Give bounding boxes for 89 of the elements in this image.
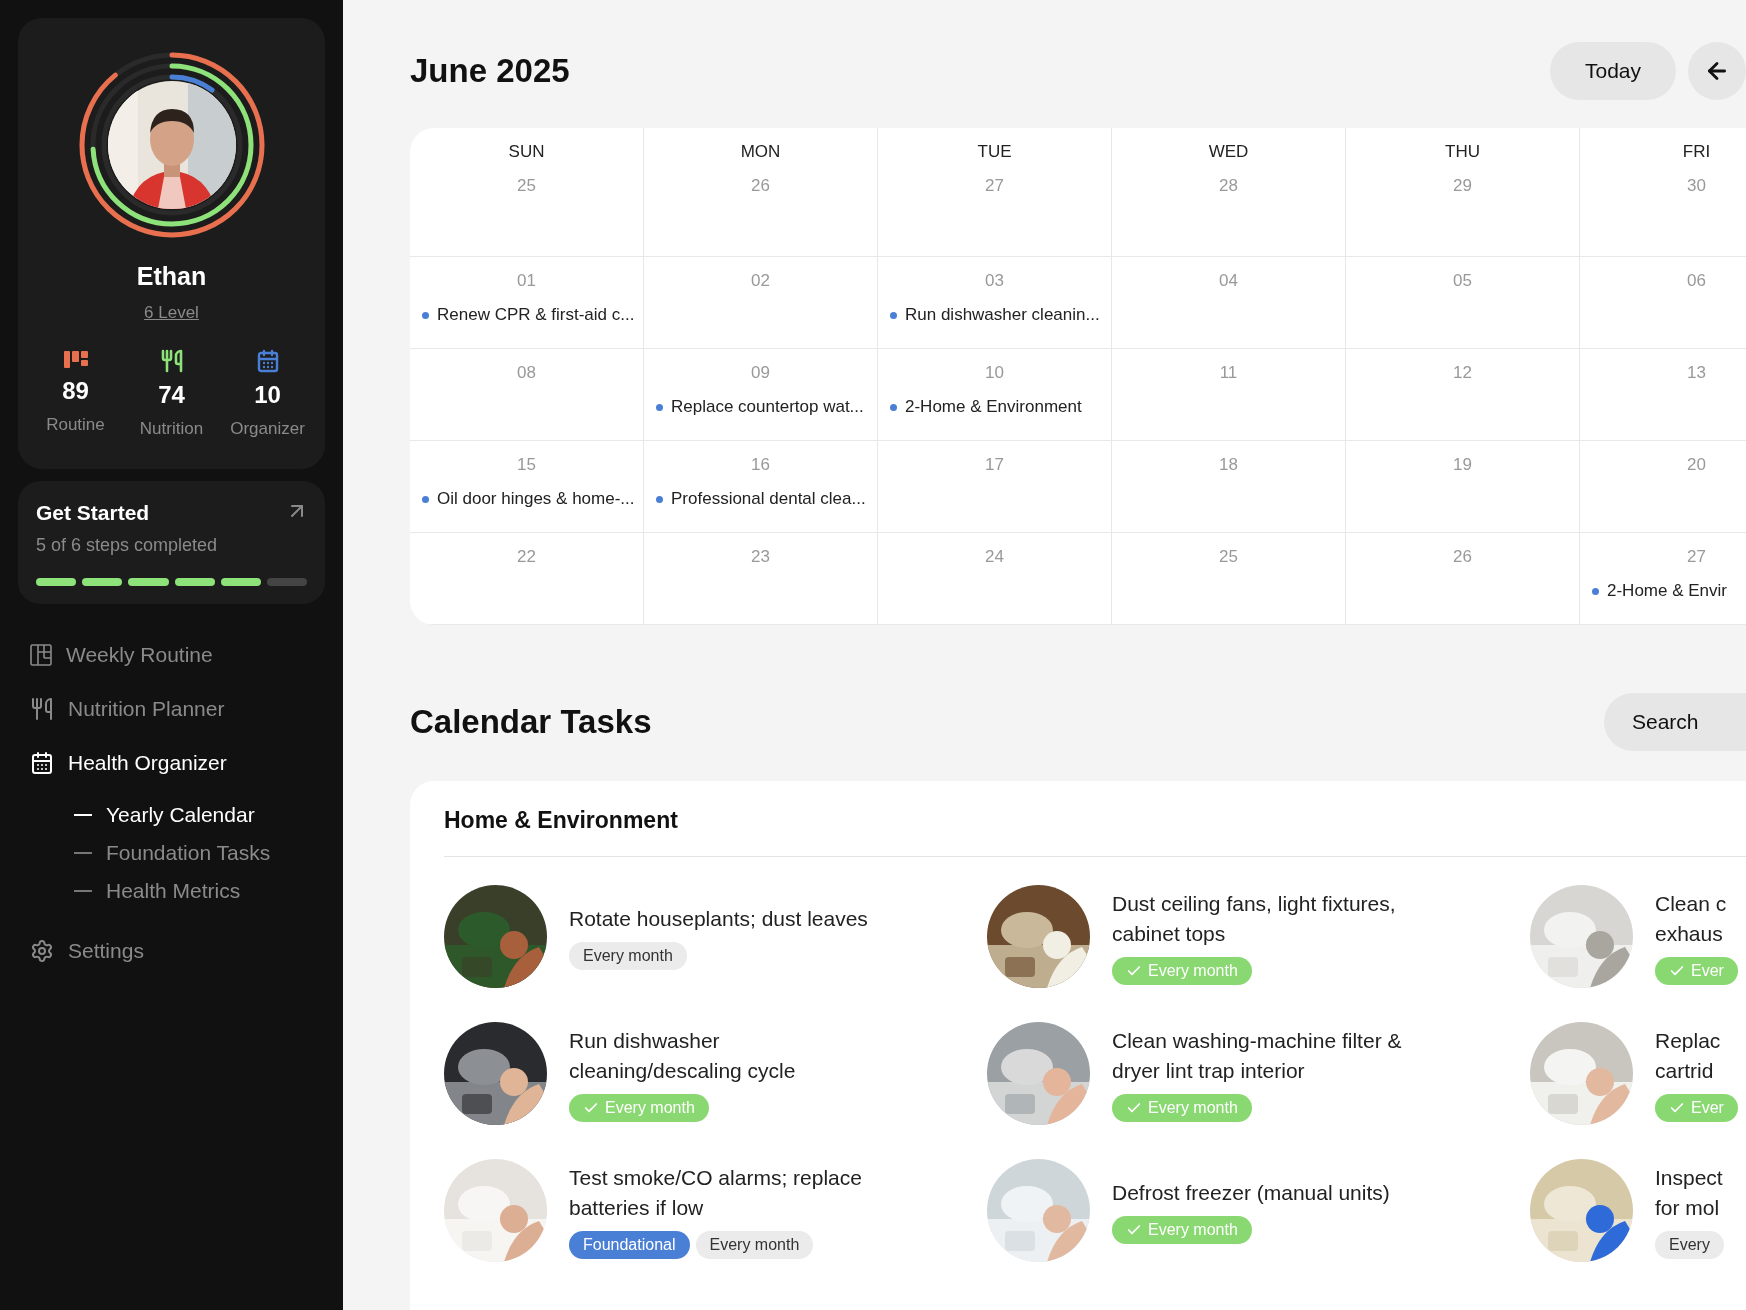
- date-number: 18: [1219, 455, 1238, 475]
- date-number: 28: [1219, 176, 1238, 196]
- weekday-label: SUN: [508, 142, 545, 162]
- task-title: Replac cartrid: [1655, 1027, 1721, 1084]
- stat-value: 74: [158, 381, 185, 409]
- task-title: Clean c exhaus: [1655, 890, 1727, 947]
- task-title: Defrost freezer (manual units): [1112, 1179, 1390, 1206]
- frequency-tag: Every month: [1112, 1215, 1252, 1244]
- date-number: 15: [517, 455, 536, 475]
- nav-item[interactable]: Health Organizer: [30, 736, 325, 790]
- get-started-card[interactable]: Get Started 5 of 6 steps completed: [18, 481, 325, 604]
- steps-text: 5 of 6 steps completed: [36, 535, 219, 556]
- date-number: 22: [517, 547, 536, 567]
- date-number: 26: [751, 176, 770, 196]
- stat-value: 10: [254, 381, 281, 409]
- date-number: 27: [985, 176, 1004, 196]
- card-title: Get Started: [36, 501, 150, 525]
- task-title: Dust ceiling fans, light fixtures, cabinet tops: [1112, 890, 1396, 947]
- grid-icon: [30, 644, 52, 666]
- date-number: 25: [1219, 547, 1238, 567]
- fork-knife-icon: [30, 697, 54, 721]
- date-number: 19: [1453, 455, 1472, 475]
- stat-value: 89: [62, 377, 89, 405]
- date-number: 04: [1219, 271, 1238, 291]
- section-title: Calendar Tasks: [410, 703, 652, 741]
- date-number: 01: [517, 271, 536, 291]
- task-title: Test smoke/CO alarms; replace batteries if low: [569, 1164, 862, 1221]
- calendar-event[interactable]: Oil door hinges & home-...: [410, 489, 643, 509]
- task-title: Run dishwasher cleaning/descaling cycle: [569, 1027, 796, 1084]
- level-link[interactable]: 6 Level: [144, 303, 199, 323]
- nav-item[interactable]: Settings: [30, 924, 325, 978]
- sub-nav-item[interactable]: Health Metrics: [30, 872, 325, 910]
- sub-nav-item[interactable]: Yearly Calendar: [30, 796, 325, 834]
- nav-item[interactable]: Nutrition Planner: [30, 682, 325, 736]
- settings-icon: [30, 939, 54, 963]
- date-number: 03: [985, 271, 1004, 291]
- frequency-tag: Every month: [695, 1230, 814, 1259]
- date-number: 16: [751, 455, 770, 475]
- search-button[interactable]: Search: [1604, 693, 1746, 751]
- date-number: 24: [985, 547, 1004, 567]
- frequency-tag: Every month: [569, 1093, 709, 1122]
- calendar-event[interactable]: Run dishwasher cleanin...: [878, 305, 1111, 325]
- nav-item[interactable]: Weekly Routine: [30, 628, 325, 682]
- month-title: June 2025: [410, 52, 570, 90]
- date-number: 25: [517, 176, 536, 196]
- frequency-tag: Every month: [569, 941, 687, 970]
- date-number: 12: [1453, 363, 1472, 383]
- stat-label: Routine: [46, 415, 105, 435]
- calendar-event[interactable]: 2-Home & Envir: [1580, 581, 1746, 601]
- date-number: 09: [751, 363, 770, 383]
- date-number: 27: [1687, 547, 1706, 567]
- date-number: 26: [1453, 547, 1472, 567]
- frequency-tag: Foundational: [569, 1230, 690, 1259]
- frequency-tag: Every: [1655, 1230, 1724, 1259]
- date-number: 11: [1219, 363, 1238, 383]
- stat-label: Organizer: [230, 419, 305, 439]
- frequency-tag: Every month: [1112, 1093, 1252, 1122]
- date-number: 30: [1687, 176, 1706, 196]
- calendar-event[interactable]: Replace countertop wat...: [644, 397, 877, 417]
- frequency-tag: Ever: [1655, 956, 1738, 985]
- today-button[interactable]: Today: [1549, 42, 1676, 100]
- stat-label: Nutrition: [139, 419, 204, 439]
- weekday-label: TUE: [977, 142, 1012, 162]
- date-number: 23: [751, 547, 770, 567]
- sub-nav-item[interactable]: Foundation Tasks: [30, 834, 325, 872]
- task-title: Clean washing-machine filter & dryer lint trap interior: [1112, 1027, 1402, 1084]
- calendar-icon: [30, 751, 54, 775]
- date-number: 02: [751, 271, 770, 291]
- calendar-event[interactable]: 2-Home & Environment: [878, 397, 1111, 417]
- calendar-event[interactable]: Professional dental clea...: [644, 489, 877, 509]
- date-number: 29: [1453, 176, 1472, 196]
- calendar-event[interactable]: Renew CPR & first-aid c...: [410, 305, 643, 325]
- task-title: Rotate houseplants; dust leaves: [569, 905, 868, 932]
- weekday-label: THU: [1445, 142, 1480, 162]
- weekday-label: FRI: [1682, 142, 1711, 162]
- date-number: 06: [1687, 271, 1706, 291]
- group-title: Home & Environment: [444, 807, 679, 834]
- frequency-tag: Ever: [1655, 1093, 1738, 1122]
- weekday-label: WED: [1208, 142, 1249, 162]
- date-number: 05: [1453, 271, 1472, 291]
- user-name: Ethan: [136, 262, 207, 291]
- date-number: 17: [985, 455, 1004, 475]
- weekday-label: MON: [740, 142, 781, 162]
- date-number: 20: [1687, 455, 1706, 475]
- task-title: Inspect for mol: [1655, 1164, 1723, 1221]
- date-number: 10: [985, 363, 1004, 383]
- date-number: 08: [517, 363, 536, 383]
- frequency-tag: Every month: [1112, 956, 1252, 985]
- date-number: 13: [1687, 363, 1706, 383]
